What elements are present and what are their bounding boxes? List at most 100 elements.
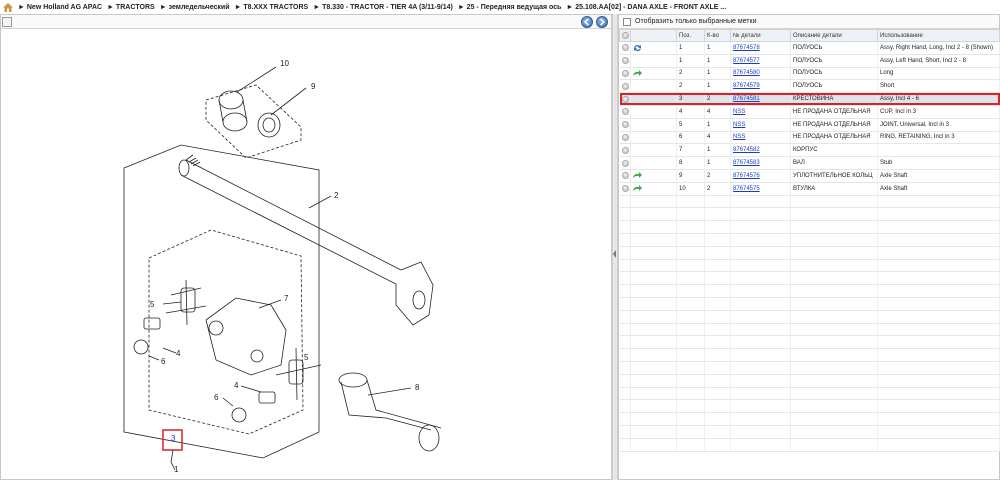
row-usage [877, 143, 1000, 158]
breadcrumb-item[interactable]: ► 25.108.AA[02] - DANA AXLE - FRONT AXLE… [566, 4, 726, 11]
part-number-link[interactable]: 87674575 [733, 186, 760, 192]
header-qty[interactable]: К-во [704, 29, 731, 42]
callout-6b[interactable]: 6 [214, 393, 219, 402]
zoom-icon[interactable] [2, 17, 12, 27]
table-row[interactable]: 1 1 87674578 ПОЛУОСЬ Assy, Right Hand, Long,… [619, 41, 1000, 55]
table-row[interactable]: 5 1 NSS НЕ ПРОДАНА ОТДЕЛЬНАЯ JOINT, Universa… [619, 118, 1000, 132]
row-part-no[interactable]: 87674582 [730, 143, 791, 158]
select-dot-icon[interactable] [621, 172, 629, 180]
row-select[interactable] [619, 118, 631, 132]
callout-4b[interactable]: 4 [234, 381, 239, 390]
callout-10[interactable]: 10 [280, 59, 289, 68]
header-select[interactable] [619, 29, 631, 42]
breadcrumb-item[interactable]: ► TRACTORS [107, 4, 155, 11]
breadcrumb-item[interactable]: ► New Holland AG APAC [18, 4, 102, 11]
select-dot-icon[interactable] [621, 44, 629, 52]
table-row[interactable]: 9 2 87674576 УПЛОТНИТЕЛЬНОЕ КОЛЬЦ Axle Shaft [619, 169, 1000, 183]
row-part-no[interactable]: 87674580 [730, 67, 791, 81]
select-dot-icon[interactable] [621, 95, 629, 103]
row-part-no[interactable]: 87674578 [730, 41, 791, 55]
collapse-arrow-icon[interactable] [613, 250, 617, 258]
row-select[interactable] [619, 169, 631, 183]
select-dot-icon[interactable] [621, 69, 629, 77]
callout-8[interactable]: 8 [415, 383, 420, 392]
breadcrumb-item[interactable]: ► 25 - Передняя ведущая ось [458, 4, 562, 11]
callout-6[interactable]: 6 [161, 357, 166, 366]
part-number-link[interactable]: NSS [733, 122, 745, 128]
row-select[interactable] [619, 182, 631, 196]
table-row[interactable]: 6 4 NSS НЕ ПРОДАНА ОТДЕЛЬНАЯ RING, RETAINING… [619, 131, 1000, 145]
breadcrumb-item[interactable]: ► T8.330 - TRACTOR - TIER 4A (3/11-9/14) [313, 4, 453, 11]
breadcrumb-item[interactable]: ► земледельческий [160, 4, 230, 11]
part-number-link[interactable]: 87674577 [733, 58, 760, 64]
header-usage[interactable]: Использование [877, 29, 1000, 42]
row-description: ПОЛУОСЬ [790, 41, 878, 55]
part-number-link[interactable]: 87674579 [733, 83, 760, 89]
row-select[interactable] [619, 54, 631, 68]
table-row[interactable]: 7 1 87674582 КОРПУС [619, 143, 1000, 158]
table-row[interactable]: 3 2 87674581 КРЕСТОВИНА Assy, Incl 4 - 6 [619, 92, 1000, 106]
select-dot-icon[interactable] [621, 57, 629, 65]
row-part-no[interactable]: NSS [730, 131, 791, 145]
part-number-link[interactable]: 87674576 [733, 173, 760, 179]
forward-button[interactable] [596, 16, 608, 28]
select-dot-icon[interactable] [621, 108, 629, 116]
breadcrumb-item[interactable]: ► T8.XXX TRACTORS [235, 4, 309, 11]
select-dot-icon[interactable] [621, 146, 629, 154]
table-row[interactable]: 2 1 87674580 ПОЛУОСЬ Long [619, 67, 1000, 81]
table-row[interactable]: 2 1 87674579 ПОЛУОСЬ Short [619, 79, 1000, 94]
row-part-no[interactable]: 87674576 [730, 169, 791, 183]
back-button[interactable] [581, 16, 593, 28]
part-number-link[interactable]: 87674578 [733, 45, 760, 51]
table-row[interactable]: 10 2 87674575 ВТУЛКА Axle Shaft [619, 182, 1000, 196]
row-select[interactable] [619, 67, 631, 81]
row-part-no[interactable]: 87674583 [730, 156, 791, 170]
part-number-link[interactable]: 87674582 [733, 147, 760, 153]
empty-row [619, 361, 1000, 375]
part-number-link[interactable]: 87674580 [733, 70, 760, 76]
row-select[interactable] [619, 92, 631, 106]
row-select[interactable] [619, 143, 631, 158]
row-icon [630, 118, 677, 132]
callout-1[interactable]: 1 [174, 465, 179, 474]
callout-5b[interactable]: 5 [304, 353, 309, 362]
row-select[interactable] [619, 156, 631, 170]
callout-9[interactable]: 9 [311, 82, 316, 91]
part-number-link[interactable]: NSS [733, 109, 745, 115]
row-select[interactable] [619, 105, 631, 119]
exploded-parts-diagram[interactable]: 10 9 2 7 5 4 6 8 4 6 3 1 5 [1, 30, 611, 480]
callout-7[interactable]: 7 [284, 294, 289, 303]
select-dot-icon[interactable] [621, 185, 629, 193]
part-number-link[interactable]: 87674581 [733, 96, 760, 102]
callout-5[interactable]: 5 [150, 300, 155, 309]
row-part-no[interactable]: NSS [730, 105, 791, 119]
part-number-link[interactable]: 87674583 [733, 160, 760, 166]
header-pos[interactable]: Поз. [676, 29, 705, 42]
table-row[interactable]: 4 4 NSS НЕ ПРОДАНА ОТДЕЛЬНАЯ CUP, Incl in 3 [619, 105, 1000, 119]
empty-row [619, 246, 1000, 260]
part-number-link[interactable]: NSS [733, 134, 745, 140]
callout-4[interactable]: 4 [176, 349, 181, 358]
select-dot-icon[interactable] [621, 159, 629, 167]
row-part-no[interactable]: 87674581 [730, 92, 791, 106]
row-part-no[interactable]: NSS [730, 118, 791, 132]
select-dot-icon[interactable] [621, 133, 629, 141]
select-dot-icon[interactable] [621, 121, 629, 129]
table-row[interactable]: 1 1 87674577 ПОЛУОСЬ Assy, Left Hand, Short,… [619, 54, 1000, 68]
row-part-no[interactable]: 87674579 [730, 79, 791, 94]
select-dot-icon[interactable] [621, 82, 629, 90]
row-select[interactable] [619, 41, 631, 55]
row-part-no[interactable]: 87674577 [730, 54, 791, 68]
home-icon[interactable] [3, 2, 13, 12]
filter-checkbox[interactable] [623, 17, 631, 26]
row-select[interactable] [619, 131, 631, 145]
header-description[interactable]: Описание детали [790, 29, 878, 42]
header-part-no[interactable]: № детали [730, 29, 791, 42]
callout-2[interactable]: 2 [334, 191, 339, 200]
row-select[interactable] [619, 79, 631, 94]
table-row[interactable]: 8 1 87674583 ВАЛ Stub [619, 156, 1000, 170]
row-part-no[interactable]: 87674575 [730, 182, 791, 196]
row-description: ПОЛУОСЬ [790, 67, 878, 81]
row-description: КРЕСТОВИНА [790, 92, 878, 106]
callout-3[interactable]: 3 [171, 434, 176, 443]
